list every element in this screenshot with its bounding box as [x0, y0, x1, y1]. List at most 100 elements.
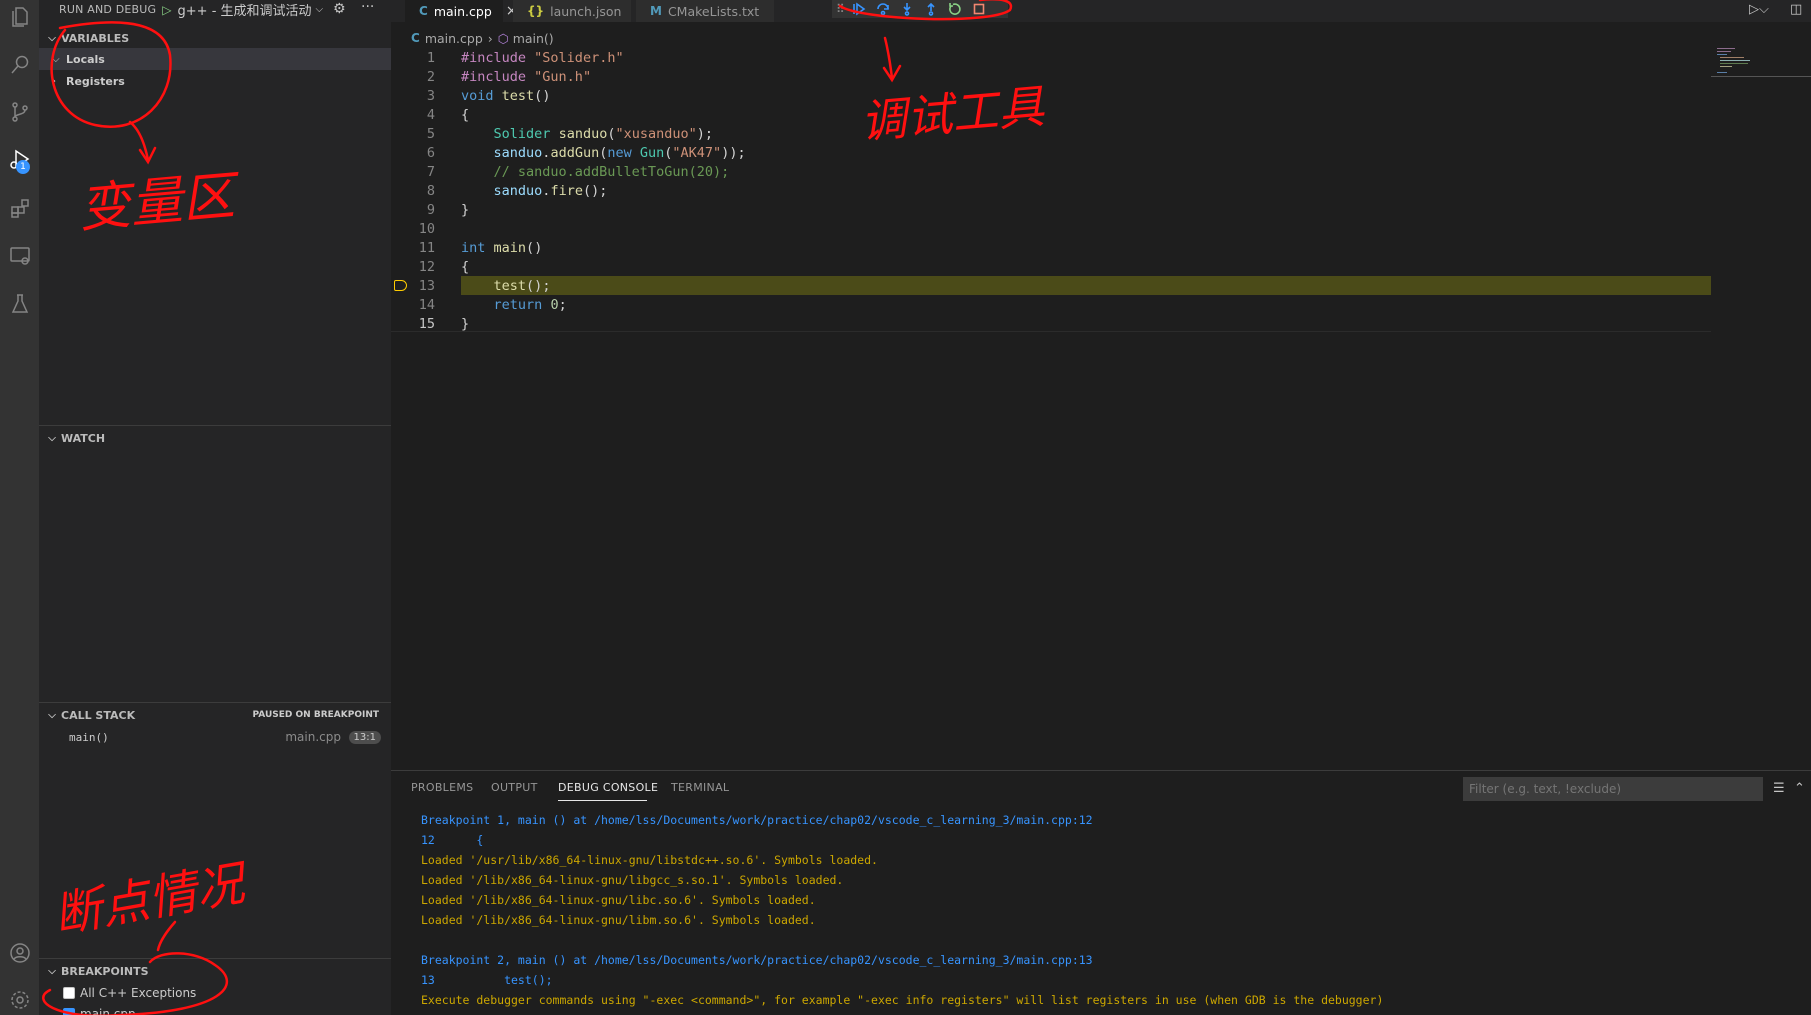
code-text[interactable]: sanduo.addGun(new Gun("AK47")); — [461, 145, 746, 161]
breadcrumb-symbol[interactable]: main() — [513, 31, 554, 46]
breakpoint-item[interactable]: All C++ Exceptions — [39, 982, 391, 1004]
tab-cmakelists[interactable]: M CMakeLists.txt — [636, 0, 774, 22]
tab-main-cpp[interactable]: C main.cpp × — [405, 0, 518, 22]
line-number[interactable]: 15 — [391, 316, 435, 332]
watch-section-header[interactable]: ⌵ WATCH — [39, 427, 391, 449]
code-line[interactable]: 9} — [391, 200, 1711, 219]
breakpoint-item[interactable]: main.cpp — [39, 1003, 391, 1015]
code-text[interactable]: int main() — [461, 240, 542, 256]
source-control-icon[interactable] — [4, 97, 35, 127]
testing-icon[interactable] — [4, 289, 35, 319]
line-number[interactable]: 10 — [391, 221, 435, 237]
breakpoint-checkbox[interactable] — [63, 987, 75, 999]
code-line[interactable]: 10 — [391, 219, 1711, 238]
launch-config-select[interactable]: ▷ g++ - 生成和调试活动 ⌵ — [162, 0, 324, 20]
json-file-icon: {} — [527, 4, 545, 18]
code-line[interactable]: 4{ — [391, 105, 1711, 124]
settings-gear-icon[interactable] — [4, 985, 35, 1015]
tree-item-locals[interactable]: ⌵ Locals — [39, 48, 391, 70]
step-into-icon[interactable] — [895, 0, 919, 18]
line-number[interactable]: 1 — [391, 50, 435, 66]
line-number[interactable]: 4 — [391, 107, 435, 123]
tab-debug-console[interactable]: DEBUG CONSOLE — [558, 781, 658, 794]
more-actions-icon[interactable]: ··· — [361, 0, 374, 15]
code-text[interactable]: } — [461, 316, 469, 332]
tab-output[interactable]: OUTPUT — [491, 781, 538, 794]
code-line[interactable]: 7 // sanduo.addBulletToGun(20); — [391, 162, 1711, 181]
account-icon[interactable] — [4, 938, 35, 968]
chevron-right-icon: › — [52, 75, 56, 87]
code-text[interactable]: { — [461, 107, 469, 123]
continue-icon[interactable] — [847, 0, 871, 18]
line-number[interactable]: 7 — [391, 164, 435, 180]
breadcrumb: C main.cpp › ⬡ main() — [391, 28, 554, 48]
stack-frame[interactable]: main() main.cpp 13:1 — [39, 727, 391, 747]
code-line[interactable]: 3 void test() — [391, 86, 1711, 105]
code-text[interactable]: Solider sanduo("xusanduo"); — [461, 126, 714, 142]
minimap[interactable] — [1711, 48, 1811, 78]
search-icon[interactable] — [4, 50, 35, 80]
code-line[interactable]: 2 #include "Gun.h" — [391, 67, 1711, 86]
code-text[interactable]: { — [461, 259, 469, 275]
breadcrumb-file[interactable]: main.cpp — [425, 31, 483, 46]
step-over-icon[interactable] — [871, 0, 895, 18]
code-line[interactable]: 1 #include "Solider.h" — [391, 48, 1711, 67]
tab-launch-json[interactable]: {} launch.json — [513, 0, 631, 22]
code-text[interactable]: } — [461, 202, 469, 218]
split-editor-icon[interactable]: ◫ — [1790, 2, 1802, 17]
code-text[interactable]: #include "Solider.h" — [461, 50, 624, 66]
line-number[interactable]: 6 — [391, 145, 435, 161]
line-number[interactable]: 13 — [391, 278, 435, 294]
line-number[interactable]: 8 — [391, 183, 435, 199]
line-number[interactable]: 5 — [391, 126, 435, 142]
console-filter-input[interactable] — [1463, 777, 1763, 801]
console-line: Execute debugger commands using "-exec <… — [421, 993, 1384, 1007]
drag-handle-icon[interactable]: ⠿ — [836, 2, 845, 16]
start-debug-icon[interactable]: ▷ — [162, 3, 171, 17]
wrap-lines-icon[interactable]: ☰ — [1773, 781, 1785, 796]
cpp-file-icon: C — [419, 4, 428, 18]
restart-icon[interactable] — [943, 0, 967, 18]
variables-section-header[interactable]: ⌵ VARIABLES — [39, 27, 391, 49]
code-editor[interactable]: 1 #include "Solider.h" 2 #include "Gun.h" 3 v… — [391, 48, 1711, 338]
line-number[interactable]: 12 — [391, 259, 435, 275]
tree-item-registers[interactable]: › Registers — [39, 70, 391, 92]
line-number[interactable]: 14 — [391, 297, 435, 313]
tab-terminal[interactable]: TERMINAL — [671, 781, 729, 794]
line-number[interactable]: 11 — [391, 240, 435, 256]
code-line[interactable]: 6 sanduo.addGun(new Gun("AK47")); — [391, 143, 1711, 162]
code-line[interactable]: 11 int main() — [391, 238, 1711, 257]
remote-explorer-icon[interactable] — [4, 241, 35, 271]
code-line[interactable]: 13 test(); — [391, 276, 1711, 295]
breakpoint-checkbox[interactable] — [63, 1008, 75, 1015]
chevron-down-icon[interactable]: ⌵ — [316, 4, 324, 15]
chevron-down-icon: ⌵ — [48, 965, 56, 977]
run-dropdown-icon[interactable]: ▷⌵ — [1749, 2, 1769, 17]
line-number[interactable]: 3 — [391, 88, 435, 104]
code-text[interactable]: return 0; — [461, 297, 567, 313]
code-text[interactable]: void test() — [461, 88, 550, 104]
line-number[interactable]: 2 — [391, 69, 435, 85]
stop-icon[interactable] — [967, 0, 991, 18]
code-text[interactable]: // sanduo.addBulletToGun(20); — [461, 164, 730, 180]
code-line[interactable]: 12 { — [391, 257, 1711, 276]
code-text[interactable]: sanduo.fire(); — [461, 183, 608, 199]
code-text[interactable]: test(); — [461, 278, 551, 294]
breakpoints-section-header[interactable]: ⌵ BREAKPOINTS — [39, 960, 391, 982]
code-line[interactable]: 14 return 0; — [391, 295, 1711, 314]
code-line[interactable]: 8 sanduo.fire(); — [391, 181, 1711, 200]
chevron-up-icon[interactable]: ⌃ — [1794, 781, 1805, 796]
gear-icon[interactable]: ⚙ — [333, 1, 346, 17]
files-icon[interactable] — [4, 2, 35, 32]
editor-tab-bar: C main.cpp × {} launch.json M CMakeLists… — [391, 0, 1811, 22]
call-stack-section-header[interactable]: ⌵ CALL STACK PAUSED ON BREAKPOINT — [39, 704, 391, 726]
divider — [391, 331, 1711, 332]
code-line[interactable]: 5 Solider sanduo("xusanduo"); — [391, 124, 1711, 143]
paused-status: PAUSED ON BREAKPOINT — [252, 710, 379, 720]
extensions-icon[interactable] — [4, 193, 35, 223]
tab-problems[interactable]: PROBLEMS — [411, 781, 473, 794]
code-text[interactable]: #include "Gun.h" — [461, 69, 591, 85]
launch-config-label: g++ - 生成和调试活动 — [177, 4, 312, 19]
line-number[interactable]: 9 — [391, 202, 435, 218]
step-out-icon[interactable] — [919, 0, 943, 18]
